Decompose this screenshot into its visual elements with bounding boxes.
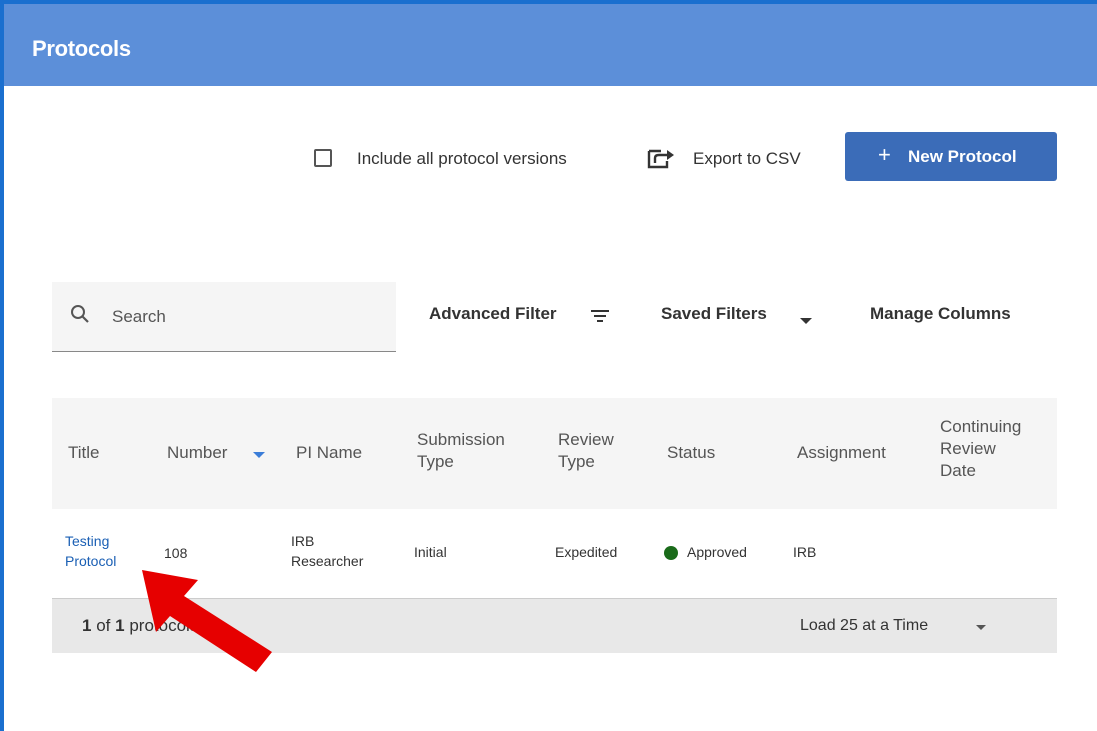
search-input[interactable] bbox=[112, 306, 372, 328]
new-protocol-label: New Protocol bbox=[908, 147, 1017, 166]
export-csv-button[interactable]: Export to CSV bbox=[693, 149, 801, 169]
sort-desc-icon[interactable] bbox=[253, 452, 265, 458]
manage-columns-button[interactable]: Manage Columns bbox=[870, 304, 1011, 324]
column-header-continuing-review-date[interactable]: Continuing Review Date bbox=[940, 416, 1021, 482]
status-dot-icon bbox=[664, 546, 678, 560]
advanced-filter-button[interactable]: Advanced Filter bbox=[429, 304, 557, 324]
status-badge: Approved bbox=[687, 544, 747, 560]
column-header-assignment[interactable]: Assignment bbox=[797, 442, 886, 464]
page-title: Protocols bbox=[32, 36, 131, 61]
column-header-pi-name[interactable]: PI Name bbox=[296, 442, 362, 464]
column-header-number[interactable]: Number bbox=[167, 442, 227, 464]
filter-lines-icon[interactable] bbox=[590, 309, 610, 323]
pi-name: IRB Researcher bbox=[291, 533, 364, 569]
chevron-down-icon[interactable] bbox=[800, 318, 812, 324]
assignment: IRB bbox=[793, 544, 817, 560]
saved-filters-button[interactable]: Saved Filters bbox=[661, 304, 767, 324]
table-header: Title Number PI Name Submission Type Rev… bbox=[52, 398, 1057, 510]
annotation-arrow-icon bbox=[142, 570, 272, 672]
search-icon bbox=[71, 305, 89, 323]
include-versions-label[interactable]: Include all protocol versions bbox=[357, 149, 567, 169]
page-header: Protocols bbox=[4, 4, 1097, 86]
new-protocol-button[interactable]: + New Protocol bbox=[845, 132, 1057, 181]
column-header-submission-type[interactable]: Submission Type bbox=[417, 429, 505, 473]
submission-type: Initial bbox=[414, 544, 447, 560]
review-type: Expedited bbox=[555, 544, 618, 560]
load-page-size-select[interactable]: Load 25 at a Time bbox=[800, 617, 928, 635]
protocol-title-link[interactable]: Testing Protocol bbox=[65, 531, 116, 571]
column-header-status[interactable]: Status bbox=[667, 442, 715, 464]
protocol-number: 108 bbox=[164, 545, 188, 561]
export-icon[interactable] bbox=[646, 147, 686, 171]
plus-icon: + bbox=[878, 142, 891, 167]
column-header-title[interactable]: Title bbox=[68, 442, 100, 464]
chevron-down-icon[interactable] bbox=[976, 625, 986, 630]
include-versions-checkbox[interactable] bbox=[314, 149, 332, 167]
column-header-review-type[interactable]: Review Type bbox=[558, 429, 614, 473]
search-box[interactable] bbox=[52, 282, 396, 352]
